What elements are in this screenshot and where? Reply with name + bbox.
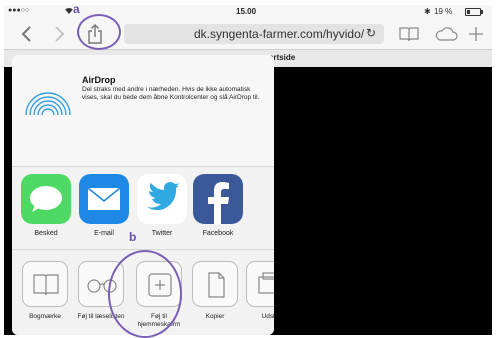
battery-icon	[465, 8, 481, 16]
battery-percent: 19 %	[434, 7, 453, 16]
app-label: Besked	[34, 230, 58, 237]
action-icon-box	[192, 261, 238, 307]
app-label: Facebook	[202, 230, 234, 237]
mail-icon	[79, 174, 129, 224]
action-icon-box	[22, 261, 68, 307]
forward-button[interactable]	[50, 22, 70, 46]
airdrop-icon	[25, 92, 71, 116]
action-label: Kopier	[205, 313, 225, 320]
copy-icon	[208, 272, 225, 298]
airdrop-description: Del straks med andre i nærheden. Hvis de…	[82, 86, 260, 101]
airdrop-title: AirDrop	[82, 75, 116, 85]
action-print[interactable]: Udsk	[244, 261, 274, 321]
twitter-icon	[137, 174, 187, 224]
status-time: 15.00	[236, 7, 257, 16]
plus-icon	[469, 27, 483, 41]
address-bar[interactable]: dk.syngenta-farmer.com/hyvido/ ↻	[124, 24, 384, 44]
app-label: E-mail	[94, 230, 114, 237]
chevron-left-icon	[21, 26, 31, 42]
new-tab-button[interactable]	[466, 22, 486, 46]
annotation-ring-add-to-home	[108, 250, 182, 338]
airdrop-section[interactable]: AirDrop Del straks med andre i nærheden.…	[12, 55, 274, 167]
ipad-screen: ●●●○○ 15.00 ✱ 19 % dk.syngenta-farmer.co…	[4, 5, 492, 335]
share-app-facebook[interactable]: Facebook	[192, 174, 244, 237]
battery-tip	[481, 10, 483, 14]
url-text: dk.syngenta-farmer.com/hyvido/	[194, 27, 365, 41]
action-label: Bogmærke	[29, 313, 61, 320]
action-label: Udsk	[261, 313, 274, 320]
open-book-icon	[399, 27, 419, 42]
annotation-letter-b: b	[129, 230, 137, 244]
facebook-icon	[193, 174, 243, 224]
book-icon	[33, 274, 59, 296]
share-app-twitter[interactable]: Twitter	[136, 174, 188, 237]
action-icon-box	[246, 261, 274, 307]
messages-icon	[21, 174, 71, 224]
action-copy[interactable]: Kopier	[190, 261, 240, 321]
back-button[interactable]	[16, 22, 36, 46]
bluetooth-icon: ✱	[424, 7, 431, 16]
cloud-icon	[435, 27, 458, 41]
share-app-messages[interactable]: Besked	[20, 174, 72, 237]
share-apps-row: Besked E-mail Twitter Facebook	[12, 168, 274, 250]
action-bookmark[interactable]: Bogmærke	[20, 261, 70, 321]
reload-icon[interactable]: ↻	[366, 26, 376, 40]
chevron-right-icon	[55, 26, 65, 42]
app-label: Twitter	[151, 230, 173, 237]
bookmarks-button[interactable]	[398, 22, 420, 46]
print-icon	[258, 272, 274, 294]
signal-strength: ●●●○○	[8, 7, 30, 14]
annotation-letter-a: a	[73, 2, 80, 16]
annotation-ring-share	[77, 14, 121, 50]
share-app-email[interactable]: E-mail	[78, 174, 130, 237]
icloud-tabs-button[interactable]	[434, 22, 458, 46]
